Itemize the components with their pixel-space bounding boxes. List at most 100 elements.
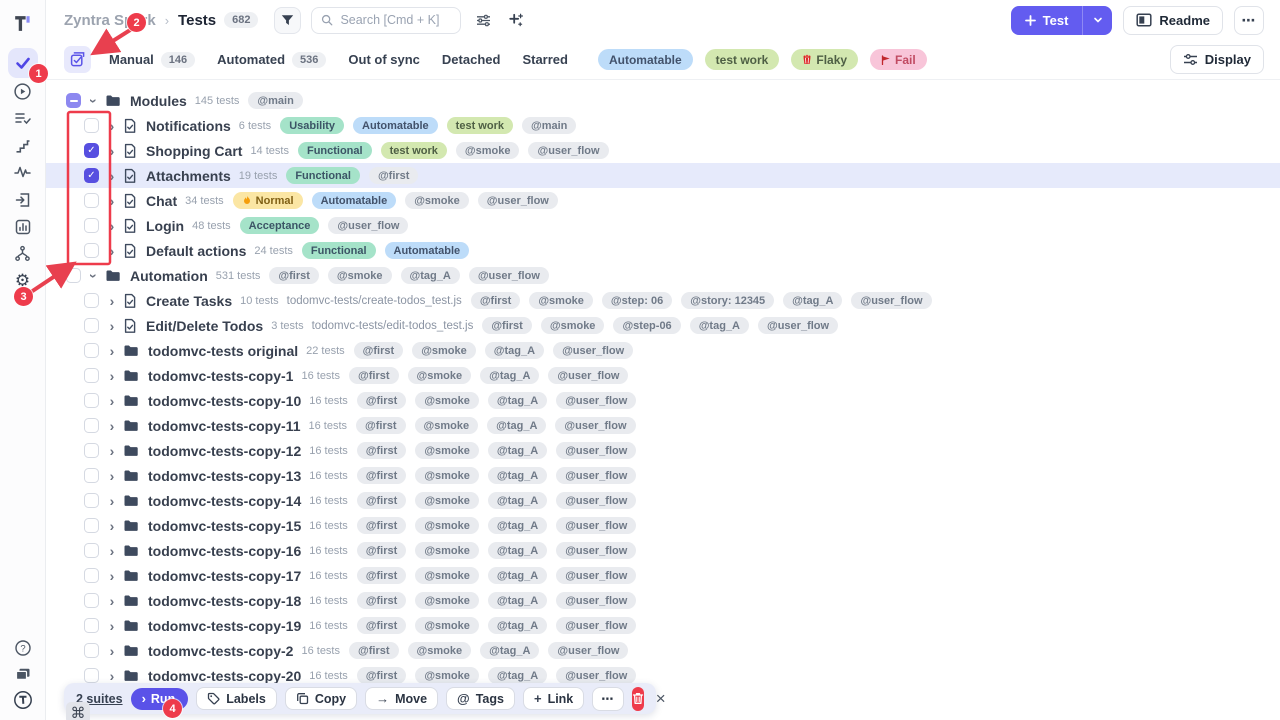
tag-pill[interactable]: @first <box>357 392 407 409</box>
suite-name[interactable]: todomvc-tests-copy-10 <box>148 393 301 409</box>
tag-pill[interactable]: @first <box>356 417 406 434</box>
chevron-right-icon[interactable]: › <box>106 294 118 308</box>
tree-row[interactable]: ›todomvc-tests original22 tests@first@sm… <box>46 338 1280 363</box>
tag-pill[interactable]: @smoke <box>415 492 479 509</box>
row-checkbox[interactable] <box>84 218 99 233</box>
tag-pill[interactable]: @user_flow <box>556 442 636 459</box>
chevron-down-icon[interactable]: › <box>87 95 101 107</box>
tag-pill[interactable]: @tag_A <box>488 592 547 609</box>
suite-name[interactable]: todomvc-tests-copy-12 <box>148 443 301 459</box>
row-checkbox[interactable] <box>84 393 99 408</box>
row-checkbox[interactable] <box>84 443 99 458</box>
tree-row[interactable]: ›Create Tasks10 teststodomvc-tests/creat… <box>46 288 1280 313</box>
suite-name[interactable]: Attachments <box>146 168 231 184</box>
tag-pill[interactable]: @user_flow <box>548 642 628 659</box>
chevron-right-icon[interactable]: › <box>106 144 118 158</box>
suite-name[interactable]: todomvc-tests-copy-20 <box>148 668 301 684</box>
suite-name[interactable]: todomvc-tests-copy-18 <box>148 593 301 609</box>
row-checkbox[interactable] <box>84 343 99 358</box>
tag-pill[interactable]: @user_flow <box>758 317 838 334</box>
tree-row[interactable]: ›Shopping Cart14 testsFunctionaltest wor… <box>46 138 1280 163</box>
label-pill[interactable]: Automatable <box>312 192 397 209</box>
suite-name[interactable]: todomvc-tests-copy-17 <box>148 568 301 584</box>
more-actions-button[interactable]: ⋯ <box>592 687 624 711</box>
suite-name[interactable]: Automation <box>130 268 208 284</box>
tag-pill[interactable]: @first <box>354 342 404 359</box>
suite-name[interactable]: Shopping Cart <box>146 143 242 159</box>
tag-pill[interactable]: @tag_A <box>485 342 544 359</box>
tag-pill[interactable]: @user_flow <box>556 592 636 609</box>
tree-row[interactable]: ›Edit/Delete Todos3 teststodomvc-tests/e… <box>46 313 1280 338</box>
tree-row[interactable]: ›todomvc-tests-copy-1716 tests@first@smo… <box>46 563 1280 588</box>
tag-pill[interactable]: @tag_A <box>487 417 546 434</box>
link-button[interactable]: +Link <box>523 687 584 710</box>
copy-button[interactable]: Copy <box>285 687 357 710</box>
tree-row[interactable]: ›Login48 testsAcceptance@user_flow <box>46 213 1280 238</box>
tag-pill[interactable]: @user_flow <box>555 417 635 434</box>
tag-pill[interactable]: @first <box>269 267 319 284</box>
tag-pill[interactable]: @tag_A <box>488 617 547 634</box>
tag-pill[interactable]: @user_flow <box>478 192 558 209</box>
row-checkbox[interactable] <box>84 568 99 583</box>
tag-pill[interactable]: @user_flow <box>556 617 636 634</box>
filter-tag-pill[interactable]: Flaky <box>791 49 858 70</box>
filter-tag-pill[interactable]: Fail <box>870 49 927 70</box>
tag-pill[interactable]: @first <box>357 492 407 509</box>
move-button[interactable]: →Move <box>365 687 438 710</box>
label-pill[interactable]: Functional <box>286 167 360 184</box>
row-checkbox[interactable] <box>84 418 99 433</box>
filter-item[interactable]: Automated536 <box>217 52 326 68</box>
tag-pill[interactable]: @smoke <box>529 292 593 309</box>
tag-pill[interactable]: @smoke <box>412 342 476 359</box>
tag-pill[interactable]: @smoke <box>328 267 392 284</box>
tag-pill[interactable]: @user_flow <box>556 492 636 509</box>
tree-row[interactable]: ›todomvc-tests-copy-1916 tests@first@smo… <box>46 613 1280 638</box>
tree-row[interactable]: ›todomvc-tests-copy-116 tests@first@smok… <box>46 363 1280 388</box>
ai-assist-button[interactable] <box>508 12 524 28</box>
sidebar-item-steps[interactable] <box>7 132 39 159</box>
chevron-right-icon[interactable]: › <box>106 394 118 408</box>
suite-name[interactable]: Edit/Delete Todos <box>146 318 263 334</box>
tag-pill[interactable]: @tag_A <box>488 517 547 534</box>
chevron-right-icon[interactable]: › <box>106 219 118 233</box>
tag-pill[interactable]: @user_flow <box>556 567 636 584</box>
tree-row[interactable]: ›Chat34 testsNormalAutomatable@smoke@use… <box>46 188 1280 213</box>
chevron-right-icon[interactable]: › <box>106 594 118 608</box>
suite-name[interactable]: todomvc-tests-copy-16 <box>148 543 301 559</box>
tag-pill[interactable]: @first <box>357 617 407 634</box>
row-checkbox[interactable] <box>84 493 99 508</box>
tag-pill[interactable]: @user_flow <box>553 342 633 359</box>
tag-pill[interactable]: @smoke <box>405 192 469 209</box>
suite-name[interactable]: Login <box>146 218 184 234</box>
tag-pill[interactable]: @user_flow <box>556 542 636 559</box>
suite-name[interactable]: todomvc-tests-copy-15 <box>148 518 301 534</box>
tag-pill[interactable]: @smoke <box>408 367 472 384</box>
tree-row[interactable]: ›todomvc-tests-copy-216 tests@first@smok… <box>46 638 1280 663</box>
suite-name[interactable]: todomvc-tests-copy-1 <box>148 368 293 384</box>
more-options-button[interactable]: ⋯ <box>1234 6 1264 35</box>
row-checkbox[interactable] <box>84 368 99 383</box>
filter-item[interactable]: Out of sync <box>348 52 420 67</box>
tree-row[interactable]: ›todomvc-tests-copy-1316 tests@first@smo… <box>46 463 1280 488</box>
chevron-right-icon[interactable]: › <box>106 194 118 208</box>
row-checkbox[interactable] <box>84 518 99 533</box>
search-input[interactable] <box>340 13 451 27</box>
chevron-right-icon[interactable]: › <box>106 669 118 683</box>
tag-pill[interactable]: @user_flow <box>851 292 931 309</box>
label-pill[interactable]: Functional <box>298 142 372 159</box>
tag-pill[interactable]: @tag_A <box>488 567 547 584</box>
suite-name[interactable]: Create Tasks <box>146 293 232 309</box>
filter-tag-pill[interactable]: Automatable <box>598 49 693 70</box>
row-checkbox[interactable] <box>84 168 99 183</box>
tree-row[interactable]: ›todomvc-tests-copy-1616 tests@first@smo… <box>46 538 1280 563</box>
tag-pill[interactable]: @smoke <box>415 467 479 484</box>
chevron-right-icon[interactable]: › <box>106 619 118 633</box>
sidebar-footer-help[interactable]: ? <box>7 633 39 662</box>
sidebar-footer-brand[interactable] <box>7 685 39 714</box>
readme-button[interactable]: Readme <box>1123 6 1223 35</box>
chevron-right-icon[interactable]: › <box>106 319 118 333</box>
row-checkbox[interactable] <box>84 143 99 158</box>
tree-row[interactable]: ›Modules145 tests@main <box>46 88 1280 113</box>
tag-pill[interactable]: @smoke <box>415 442 479 459</box>
suite-name[interactable]: todomvc-tests-copy-13 <box>148 468 301 484</box>
